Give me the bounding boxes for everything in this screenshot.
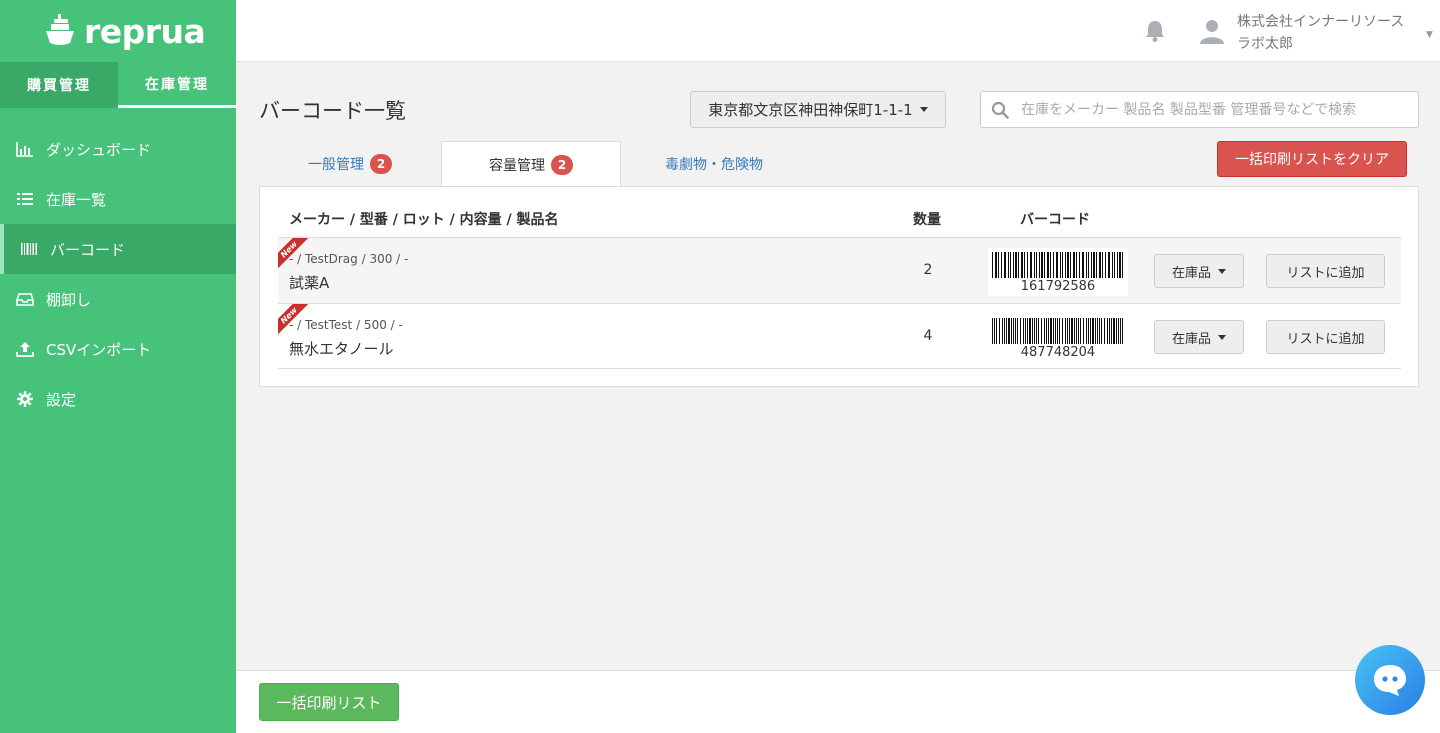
count-badge: 2 xyxy=(370,154,392,174)
product-meta: - / TestDrag / 300 / - xyxy=(289,252,409,266)
brand-name: reprua xyxy=(84,11,206,51)
add-to-list-button[interactable]: リストに追加 xyxy=(1266,254,1385,288)
tab-label: 容量管理 xyxy=(489,158,545,174)
bar-chart-icon xyxy=(16,140,34,158)
stock-type-dropdown[interactable]: 在庫品 xyxy=(1154,254,1244,288)
barcode-bars xyxy=(992,252,1123,278)
sidebar-item-inventory-list[interactable]: 在庫一覧 xyxy=(0,174,236,224)
tab-hazardous[interactable]: 毒劇物・危険物 xyxy=(621,141,807,187)
sidebar-item-label: バーコード xyxy=(50,240,126,259)
clear-print-list-button[interactable]: 一括印刷リストをクリア xyxy=(1217,141,1407,177)
quantity: 2 xyxy=(923,262,933,278)
barcode-table-panel: メーカー / 型番 / ロット / 内容量 / 製品名 数量 バーコード New… xyxy=(259,186,1419,387)
barcode-bars xyxy=(992,318,1123,344)
bulk-print-list-button[interactable]: 一括印刷リスト xyxy=(259,683,399,721)
sidebar-item-label: 棚卸し xyxy=(46,290,92,309)
barcode-number: 487748204 xyxy=(1020,345,1096,360)
user-name: ラボ太郎 xyxy=(1237,36,1293,52)
barcode-image: 161792586 xyxy=(988,248,1128,296)
sidebar-item-label: 設定 xyxy=(46,390,77,409)
product-name: 無水エタノール xyxy=(289,340,394,358)
caret-down-icon xyxy=(919,107,928,112)
search-box[interactable] xyxy=(980,91,1419,128)
column-header-product: メーカー / 型番 / ロット / 内容量 / 製品名 xyxy=(289,212,559,228)
top-header: 株式会社インナーリソース ラボ太郎 ▼ xyxy=(236,0,1440,62)
table-row: New - / TestTest / 500 / - 無水エタノール 4 487… xyxy=(278,303,1401,369)
table-row: New - / TestDrag / 300 / - 試薬A 2 1617925… xyxy=(278,237,1401,303)
column-header-qty: 数量 xyxy=(913,212,941,228)
sidebar-item-csv-import[interactable]: CSVインポート xyxy=(0,324,236,374)
page-title: バーコード一覧 xyxy=(259,99,406,123)
quantity: 4 xyxy=(923,328,933,344)
upload-icon xyxy=(16,340,34,358)
mode-tab-inventory[interactable]: 在庫管理 xyxy=(118,62,236,108)
sidebar-nav: ダッシュボード 在庫一覧 バーコード 棚卸し CSVインポート 設定 xyxy=(0,124,236,424)
list-icon xyxy=(16,190,34,208)
company-name: 株式会社インナーリソース xyxy=(1237,14,1405,30)
column-header-barcode: バーコード xyxy=(1020,212,1090,228)
product-meta: - / TestTest / 500 / - xyxy=(289,318,403,332)
mode-tabs: 購買管理 在庫管理 xyxy=(0,62,236,108)
tab-general[interactable]: 一般管理 2 xyxy=(259,141,441,187)
user-avatar-icon[interactable] xyxy=(1199,18,1225,44)
caret-down-icon xyxy=(1218,268,1226,274)
sidebar: reprua 購買管理 在庫管理 ダッシュボード 在庫一覧 バーコード 棚卸し … xyxy=(0,0,236,733)
tab-label: 毒劇物・危険物 xyxy=(665,157,763,173)
location-select[interactable]: 東京都文京区神田神保町1-1-1 xyxy=(690,91,946,128)
barcode-icon xyxy=(20,240,38,258)
sidebar-item-dashboard[interactable]: ダッシュボード xyxy=(0,124,236,174)
search-input[interactable] xyxy=(1021,92,1411,127)
sidebar-item-label: 在庫一覧 xyxy=(46,190,107,209)
caret-down-icon xyxy=(1218,334,1226,340)
search-icon xyxy=(991,101,1009,119)
barcode-number: 161792586 xyxy=(1020,279,1096,294)
user-menu[interactable]: 株式会社インナーリソース ラボ太郎 xyxy=(1237,11,1404,55)
sidebar-item-label: CSVインポート xyxy=(46,340,152,359)
brand-logo[interactable]: reprua xyxy=(0,0,236,62)
tab-label: 一般管理 xyxy=(308,157,364,173)
stock-type-dropdown[interactable]: 在庫品 xyxy=(1154,320,1244,354)
sidebar-item-stocktake[interactable]: 棚卸し xyxy=(0,274,236,324)
tab-capacity[interactable]: 容量管理 2 xyxy=(441,141,621,188)
ship-logo-icon xyxy=(46,14,74,45)
sidebar-item-barcode[interactable]: バーコード xyxy=(0,224,236,274)
chat-bubble-icon xyxy=(1374,665,1406,696)
bell-icon[interactable] xyxy=(1144,19,1166,43)
inbox-icon xyxy=(16,290,34,308)
barcode-image: 487748204 xyxy=(988,314,1128,362)
mode-tab-purchase[interactable]: 購買管理 xyxy=(0,62,118,108)
sidebar-item-settings[interactable]: 設定 xyxy=(0,374,236,424)
chat-widget-button[interactable] xyxy=(1355,645,1425,715)
caret-down-icon[interactable]: ▼ xyxy=(1426,30,1433,40)
sidebar-item-label: ダッシュボード xyxy=(46,140,152,159)
gear-icon xyxy=(16,390,34,408)
add-to-list-button[interactable]: リストに追加 xyxy=(1266,320,1385,354)
count-badge: 2 xyxy=(551,155,573,175)
product-name: 試薬A xyxy=(289,274,330,292)
location-select-value: 東京都文京区神田神保町1-1-1 xyxy=(708,101,913,119)
footer-bar: 一括印刷リスト xyxy=(236,670,1440,733)
